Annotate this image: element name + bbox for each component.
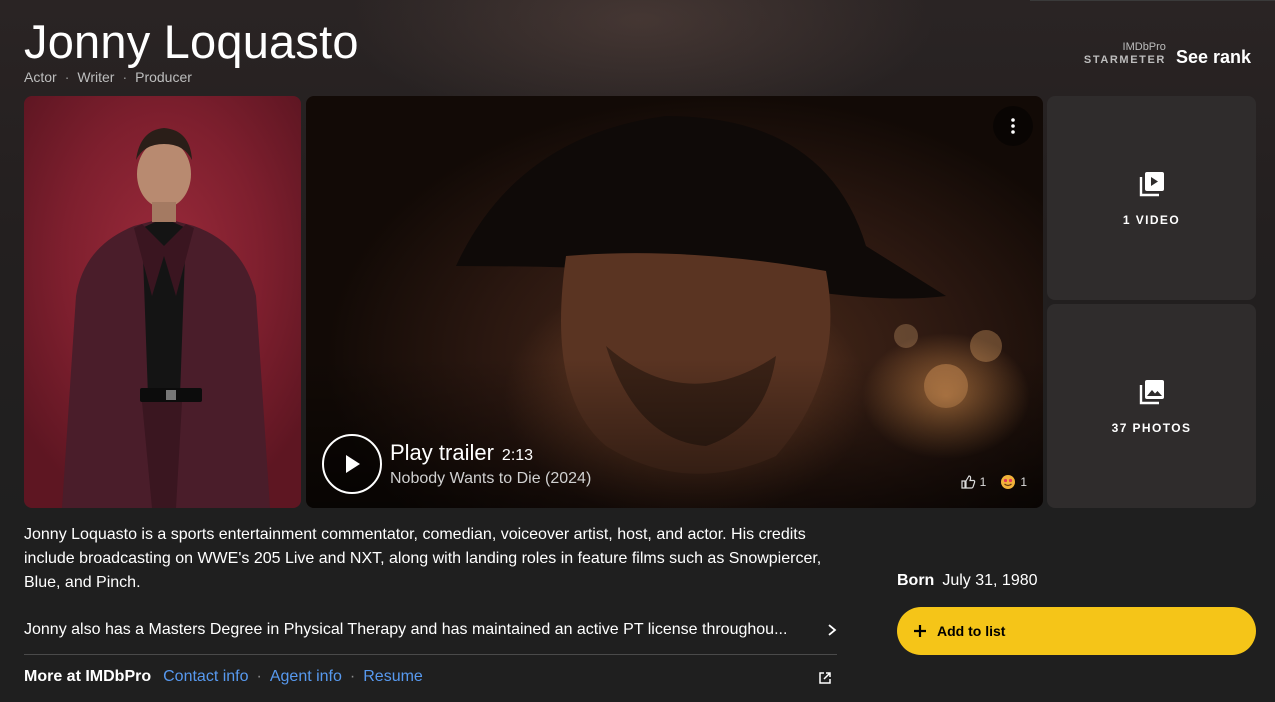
bio-summary: Jonny Loquasto is a sports entertainment… (24, 526, 822, 591)
imdbpro-label: IMDbPro (1122, 41, 1166, 53)
like-count: 1 (979, 475, 987, 489)
play-icon (346, 455, 360, 473)
trailer-player[interactable]: Play trailer 2:13 Nobody Wants to Die (2… (306, 96, 1043, 508)
bio-expand-link[interactable]: Jonny also has a Masters Degree in Physi… (24, 618, 839, 642)
born-label: Born (897, 572, 935, 589)
play-trailer-control[interactable]: Play trailer 2:13 Nobody Wants to Die (2… (322, 434, 591, 494)
chevron-right-icon (828, 624, 837, 636)
contact-info-link[interactable]: Contact info (163, 668, 248, 686)
see-rank-link[interactable]: See rank (1176, 48, 1251, 66)
link-separator: · (349, 668, 356, 685)
role-list: Actor · Writer · Producer (24, 69, 192, 85)
play-button[interactable] (322, 434, 382, 494)
photo-library-icon (1139, 380, 1164, 405)
role-separator: · (64, 69, 70, 85)
emoji-count: 1 (1020, 475, 1027, 489)
photos-count-label: 37 PHOTOS (1111, 421, 1192, 435)
person-photo-illustration (62, 128, 270, 508)
role-separator: · (122, 69, 128, 85)
starmeter-widget[interactable]: IMDbPro STARMETER See rank (1084, 42, 1251, 67)
role-writer: Writer (77, 69, 115, 85)
kebab-icon (1011, 118, 1015, 134)
videos-count-label: 1 VIDEO (1122, 213, 1181, 227)
role-actor: Actor (24, 69, 57, 85)
videos-tile[interactable]: 1 VIDEO (1047, 96, 1256, 300)
trailer-info: Play trailer 2:13 Nobody Wants to Die (2… (390, 440, 591, 488)
resume-link[interactable]: Resume (363, 668, 423, 686)
like-reaction[interactable]: 1 (960, 474, 987, 490)
more-options-button[interactable] (993, 106, 1033, 146)
role-producer: Producer (135, 69, 192, 85)
trailer-title: Play trailer (390, 440, 494, 465)
trailer-duration: 2:13 (501, 447, 534, 464)
agent-info-link[interactable]: Agent info (270, 668, 342, 686)
video-library-icon (1139, 172, 1164, 197)
birth-info: Born July 31, 1980 (897, 572, 1038, 590)
starmeter-label-stack: IMDbPro STARMETER (1084, 42, 1166, 66)
born-date[interactable]: July 31, 1980 (942, 572, 1037, 589)
bio-divider (24, 654, 837, 655)
person-photo[interactable] (24, 96, 301, 508)
link-separator: · (256, 668, 262, 685)
emoji-reaction[interactable]: 1 (1000, 474, 1027, 490)
thumbs-up-icon (961, 475, 975, 489)
trailer-subtitle: Nobody Wants to Die (2024) (390, 470, 592, 487)
starmeter-label: STARMETER (1083, 54, 1166, 66)
external-link-icon[interactable] (817, 670, 833, 686)
imdbpro-lead: More at IMDbPro (24, 668, 152, 685)
trailer-reactions: 1 1 (960, 474, 1027, 490)
add-to-list-label: Add to list (937, 623, 1006, 639)
top-divider (1030, 0, 1275, 1)
plus-icon (914, 625, 926, 637)
person-name: Jonny Loquasto (24, 15, 359, 68)
bio-more-text: Jonny also has a Masters Degree in Physi… (24, 621, 788, 638)
add-to-list-button[interactable]: Add to list (897, 607, 1256, 655)
imdbpro-links: More at IMDbPro Contact info · Agent inf… (24, 668, 837, 686)
photos-tile[interactable]: 37 PHOTOS (1047, 304, 1256, 508)
heart-eyes-emoji-icon (1001, 475, 1016, 489)
